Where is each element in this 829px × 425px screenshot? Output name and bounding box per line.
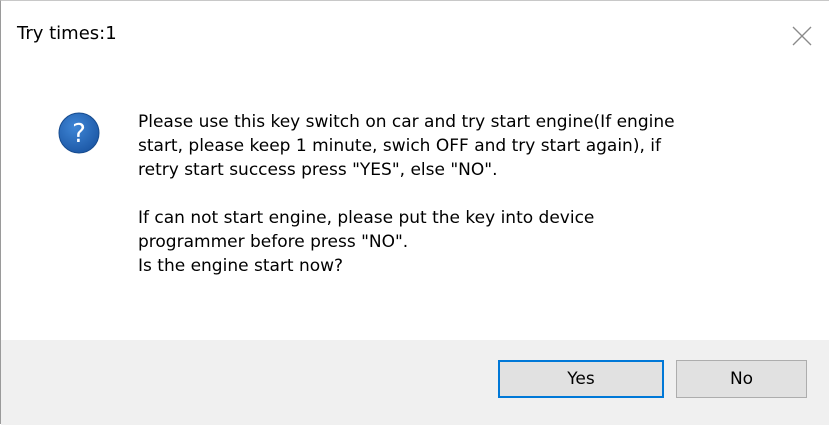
message-text: Please use this key switch on car and tr… [138,110,798,278]
title-bar[interactable]: Try times:1 [1,1,829,65]
yes-button-label: Yes [567,369,595,389]
dialog-content: ? Please use this key switch on car and … [1,65,829,340]
message-line: programmer before press "NO". [138,232,409,252]
message-line: start, please keep 1 minute, swich OFF a… [138,136,661,156]
message-dialog: Try times:1 ? Please use this key switch… [0,0,829,425]
message-line: If can not start engine, please put the … [138,208,595,228]
no-button-label: No [729,369,754,389]
question-icon: ? [58,112,100,154]
no-button[interactable]: No [676,360,807,398]
message-line: Please use this key switch on car and tr… [138,112,675,132]
window-title: Try times:1 [17,23,117,44]
message-line: Is the engine start now? [138,256,344,276]
close-button[interactable] [791,25,813,47]
svg-text:?: ? [72,119,86,149]
close-icon [792,26,812,46]
message-line: retry start success press "YES", else "N… [138,160,498,180]
yes-button[interactable]: Yes [498,360,664,398]
button-bar: Yes No [1,340,829,425]
